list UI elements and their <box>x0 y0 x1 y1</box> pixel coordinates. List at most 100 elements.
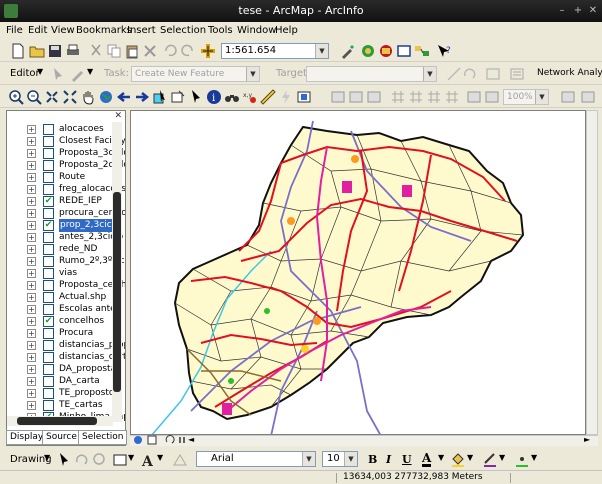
expand-icon[interactable]: + <box>27 305 36 314</box>
layout-view-button-icon[interactable] <box>146 434 158 446</box>
copy-icon[interactable] <box>106 43 122 59</box>
layer-visibility-checkbox[interactable] <box>43 124 54 135</box>
font-color-dropdown-icon[interactable]: ▼ <box>438 453 444 462</box>
map-vertical-scrollbar[interactable] <box>586 110 598 435</box>
go-to-xy-icon[interactable]: x,y <box>242 89 258 105</box>
scrollbar-thumb[interactable] <box>113 192 121 392</box>
print-icon[interactable] <box>65 43 81 59</box>
sketch-tool-icon[interactable] <box>70 66 86 82</box>
hyperlink-lightning-icon[interactable] <box>278 89 294 105</box>
toc-vertical-scrollbar[interactable] <box>112 122 122 422</box>
task-select[interactable]: Create New Feature ▼ <box>131 66 260 82</box>
time-slider-icon[interactable] <box>296 89 312 105</box>
tab-selection[interactable]: Selection <box>78 430 128 445</box>
undo-icon[interactable] <box>162 43 178 59</box>
chevron-down-icon[interactable]: ▼ <box>302 452 315 466</box>
menu-file[interactable]: File <box>6 25 23 36</box>
fixed-zoom-in-icon[interactable] <box>44 89 60 105</box>
line-color-dropdown-icon[interactable]: ▼ <box>499 453 505 462</box>
menu-bookmarks[interactable]: Bookmarks <box>76 25 132 36</box>
expand-icon[interactable]: + <box>27 293 36 302</box>
zoom-to-selected-icon[interactable] <box>92 452 108 468</box>
identify-icon[interactable]: i <box>206 89 222 105</box>
minimize-icon[interactable]: – <box>555 4 569 18</box>
zoom-in-icon[interactable] <box>8 89 24 105</box>
data-view-button-icon[interactable] <box>132 434 144 446</box>
layer-visibility-checkbox[interactable] <box>43 256 54 267</box>
expand-icon[interactable]: + <box>27 377 36 386</box>
layer-visibility-checkbox[interactable]: ✔ <box>43 220 54 231</box>
pan-hand-icon[interactable] <box>80 89 96 105</box>
rotate-element-icon[interactable] <box>74 452 90 468</box>
editor-menu-button[interactable]: Editor <box>10 68 40 79</box>
command-line-icon[interactable] <box>396 43 412 59</box>
save-icon[interactable] <box>47 43 63 59</box>
pause-drawing-icon[interactable] <box>176 434 188 446</box>
maximize-icon[interactable]: + <box>571 4 585 18</box>
map-canvas[interactable] <box>131 111 586 435</box>
whats-this-help-icon[interactable]: ? <box>436 43 452 59</box>
zoom-out-icon[interactable] <box>26 89 42 105</box>
marker-color-dropdown-icon[interactable]: ▼ <box>531 453 537 462</box>
layer-visibility-checkbox[interactable] <box>43 136 54 147</box>
select-elements-arrow-icon[interactable] <box>188 89 204 105</box>
expand-icon[interactable]: + <box>27 185 36 194</box>
expand-icon[interactable]: + <box>27 353 36 362</box>
expand-icon[interactable]: + <box>27 401 36 410</box>
rotate-tool-icon[interactable] <box>462 66 478 82</box>
split-tool-icon[interactable] <box>446 66 462 82</box>
layer-visibility-checkbox[interactable] <box>43 244 54 255</box>
expand-icon[interactable]: + <box>27 257 36 266</box>
layer-visibility-checkbox[interactable] <box>43 232 54 243</box>
attributes-icon[interactable] <box>485 66 501 82</box>
arctoolbox-icon[interactable] <box>360 43 376 59</box>
layer-visibility-checkbox[interactable] <box>43 268 54 279</box>
menu-help[interactable]: Help <box>275 25 298 36</box>
menu-edit[interactable]: Edit <box>28 25 47 36</box>
layer-visibility-checkbox[interactable] <box>43 292 54 303</box>
scrollbar-thumb[interactable] <box>17 417 97 425</box>
menu-tools[interactable]: Tools <box>208 25 233 36</box>
text-tool-icon[interactable]: A <box>140 452 156 468</box>
layer-visibility-checkbox[interactable] <box>43 400 54 411</box>
forward-arrow-icon[interactable] <box>134 89 150 105</box>
layer-visibility-checkbox[interactable]: ✔ <box>43 316 54 327</box>
layer-visibility-checkbox[interactable] <box>43 340 54 351</box>
layer-visibility-checkbox[interactable] <box>43 148 54 159</box>
chevron-down-icon[interactable]: ▼ <box>535 90 548 104</box>
rectangle-tool-icon[interactable] <box>112 452 128 468</box>
editor-toolbar-icon[interactable] <box>340 43 356 59</box>
map-scale-input[interactable]: 1:561.654 ▼ <box>221 43 329 59</box>
layer-visibility-checkbox[interactable] <box>43 304 54 315</box>
sketch-dropdown-icon[interactable]: ▼ <box>87 67 93 76</box>
expand-icon[interactable]: + <box>27 317 36 326</box>
transparency-select[interactable]: 100% ▼ <box>503 89 549 105</box>
layer-visibility-checkbox[interactable] <box>43 376 54 387</box>
measure-ruler-icon[interactable] <box>260 89 276 105</box>
text-dropdown-icon[interactable]: ▼ <box>157 453 163 462</box>
drawing-dropdown-icon[interactable]: ▼ <box>44 453 50 462</box>
menu-view[interactable]: View <box>51 25 75 36</box>
select-features-icon[interactable] <box>152 89 168 105</box>
expand-icon[interactable]: + <box>27 245 36 254</box>
expand-icon[interactable]: + <box>27 209 36 218</box>
layer-visibility-checkbox[interactable]: ✔ <box>43 196 54 207</box>
clear-selection-icon[interactable] <box>170 89 186 105</box>
marker-color-icon[interactable] <box>514 451 530 467</box>
expand-icon[interactable]: + <box>27 221 36 230</box>
expand-icon[interactable]: + <box>27 233 36 242</box>
layer-visibility-checkbox[interactable] <box>43 184 54 195</box>
expand-icon[interactable]: + <box>27 173 36 182</box>
adjust-transparency-icon[interactable] <box>466 89 482 105</box>
georef-update-icon[interactable] <box>444 89 460 105</box>
layer-visibility-checkbox[interactable] <box>43 328 54 339</box>
menu-selection[interactable]: Selection <box>160 25 206 36</box>
layer-visibility-checkbox[interactable] <box>43 352 54 363</box>
editor-dropdown-icon[interactable]: ▼ <box>37 67 43 76</box>
cut-icon[interactable] <box>88 43 104 59</box>
add-data-icon[interactable] <box>200 43 216 59</box>
expand-icon[interactable]: + <box>27 137 36 146</box>
chevron-down-icon[interactable]: ▼ <box>315 44 328 58</box>
fill-color-dropdown-icon[interactable]: ▼ <box>467 453 473 462</box>
layer-visibility-checkbox[interactable] <box>43 388 54 399</box>
